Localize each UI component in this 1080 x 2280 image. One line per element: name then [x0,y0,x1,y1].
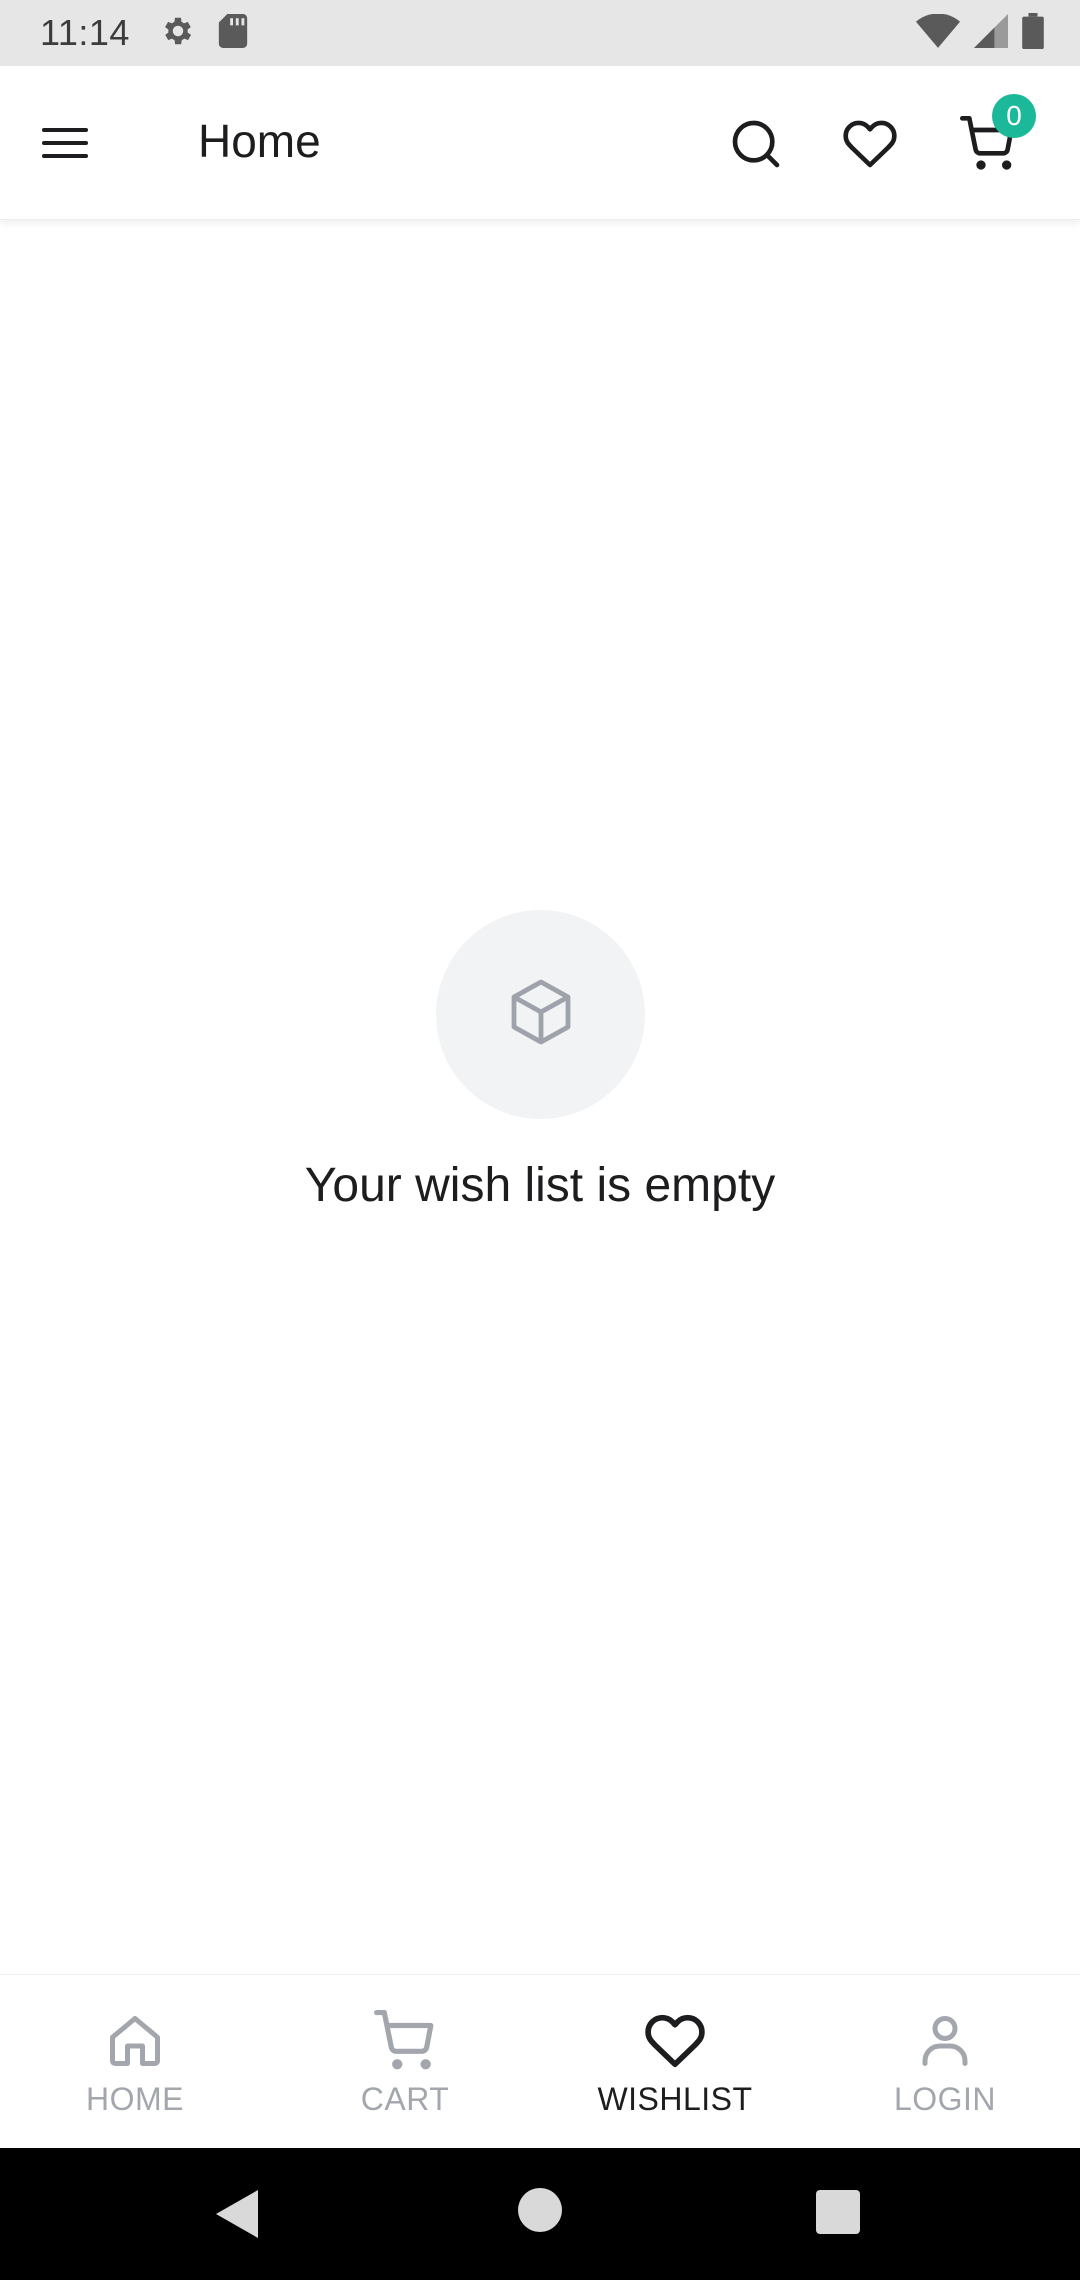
app-screen: 11:14 Home 0 Your wish list is empty HOM… [0,0,1080,2280]
cart-count-badge: 0 [992,94,1036,138]
nav-label-cart: CART [360,2081,450,2117]
cart-icon [373,2009,437,2073]
system-nav-bar [0,2148,1080,2280]
search-icon[interactable] [728,116,784,172]
settings-icon [160,13,196,54]
heart-icon [643,2009,707,2073]
heart-icon[interactable] [842,116,898,172]
nav-item-wishlist[interactable]: WISHLIST [540,1975,810,2148]
back-icon[interactable] [212,2188,262,2240]
sd-card-icon [218,13,248,53]
nav-label-home: HOME [86,2081,184,2117]
status-icons-left [160,13,248,54]
recents-icon[interactable] [816,2190,860,2234]
battery-icon [1022,12,1044,54]
status-bar: 11:14 [0,0,1080,66]
status-icons-right [916,0,1044,66]
nav-label-login: LOGIN [893,2081,997,2117]
nav-item-cart[interactable]: CART [270,1975,540,2148]
nav-label-wishlist: WISHLIST [597,2081,753,2117]
user-icon [913,2009,977,2073]
signal-icon [974,13,1008,53]
empty-state-illustration [436,910,645,1119]
page-title: Home [198,115,321,167]
nav-item-home[interactable]: HOME [0,1975,270,2148]
status-time: 11:14 [40,12,130,53]
bottom-nav: HOME CART WISHLIST LOGIN [0,1974,1080,2148]
home-button-icon[interactable] [518,2188,562,2232]
menu-icon[interactable] [40,120,92,166]
empty-state-message: Your wish list is empty [304,1159,776,1212]
app-bar: Home 0 [0,66,1080,220]
box-icon [505,976,577,1053]
home-icon [103,2009,167,2073]
nav-item-login[interactable]: LOGIN [810,1975,1080,2148]
wifi-icon [916,13,960,53]
